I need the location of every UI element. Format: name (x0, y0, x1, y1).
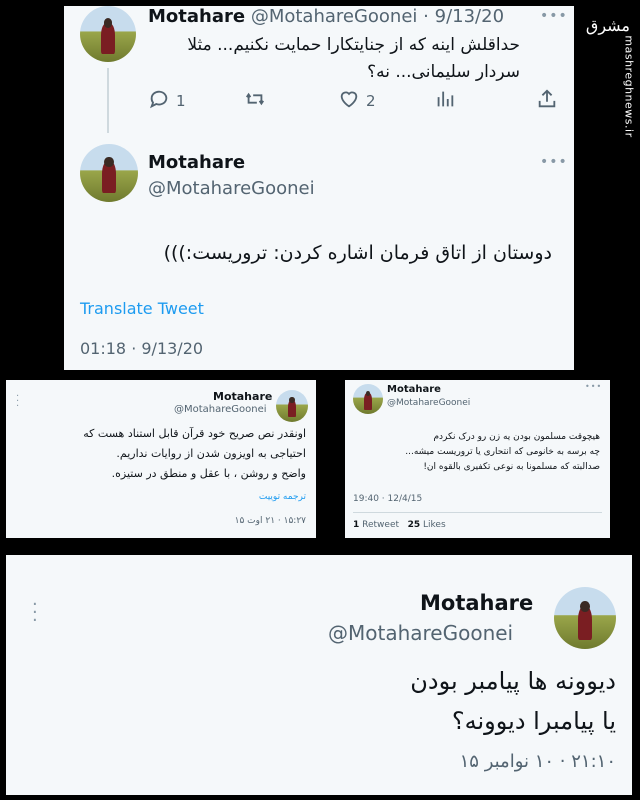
tweet-text-line: احتیاجی به اویزون شدن از روایات نداریم. (116, 447, 306, 460)
avatar[interactable] (80, 6, 136, 62)
retweet-icon[interactable] (244, 88, 266, 110)
tweet-timestamp[interactable]: ۲۱:۱۰ · ۱۰ نوامبر ۱۵ (460, 751, 616, 772)
author-handle[interactable]: @MotahareGoonei (328, 621, 513, 645)
like-count: 2 (366, 92, 376, 110)
tweet-text-line: اونقدر نص صریح خود قرآن قابل استناد هست … (83, 427, 306, 440)
tweet-text-line: هیچوقت مسلمون بودن یه زن رو درک نکردم (433, 432, 600, 442)
author-handle[interactable]: @MotahareGoonei (148, 178, 315, 199)
retweet-label: Retweet (362, 520, 400, 530)
translate-link[interactable]: ترجمه توییت (259, 492, 306, 502)
tweet-text-line: حداقلش اینه که از جنایتکارا حمایت نکنیم.… (187, 35, 520, 55)
author-handle[interactable]: @MotahareGoonei (174, 404, 267, 415)
watermark: مشرق mashreghnews.ir (586, 6, 636, 138)
separator: · (423, 6, 429, 27)
more-options-icon[interactable]: · · · (32, 596, 38, 630)
tweet-card: Motahare @MotahareGoonei · · · اونقدر نص ص… (6, 380, 316, 538)
more-options-icon[interactable]: · · · (16, 392, 19, 412)
tweet-timestamp[interactable]: 19:40 · 12/4/15 (353, 494, 422, 504)
tweet-text-line: واضح و روشن ، با عقل و منطق در ستیزه. (111, 467, 306, 480)
tweet-timestamp[interactable]: 01:18 · 9/13/20 (80, 339, 203, 358)
author-handle[interactable]: @MotahareGoonei (251, 6, 418, 27)
avatar[interactable] (276, 390, 308, 422)
tweet-text: هیچوقت مسلمون بودن یه زن رو درک نکردم چه… (352, 430, 600, 475)
tweet-timestamp[interactable]: ۱۵:۲۷ · ۲۱ اوت ۱۵ (235, 516, 306, 526)
tweet-date[interactable]: 9/13/20 (435, 6, 504, 27)
engagement-stats: 1 Retweet 25 Likes (353, 520, 446, 530)
tweet-text-line: چه برسه به خانومی که انتحاری یا تروریست … (405, 447, 600, 457)
retweet-count[interactable]: 1 (353, 520, 359, 530)
tweet-text-line: دیوونه ها پیامبر بودن (410, 667, 616, 695)
tweet-text: اونقدر نص صریح خود قرآن قابل استناد هست … (16, 424, 306, 484)
author-name[interactable]: Motahare (148, 152, 245, 173)
analytics-icon[interactable] (434, 88, 456, 110)
reply-icon[interactable] (148, 88, 170, 110)
more-options-icon[interactable]: ••• (585, 382, 602, 391)
author-name[interactable]: Motahare (148, 6, 245, 27)
more-options-icon[interactable]: ••• (540, 154, 568, 170)
tweet-text: دیوونه ها پیامبر بودن یا پیامبرا دیوونه؟ (56, 661, 616, 741)
watermark-site: mashreghnews.ir (622, 35, 636, 138)
translate-link[interactable]: Translate Tweet (80, 299, 204, 318)
author-name[interactable]: Motahare (420, 591, 533, 615)
author-name[interactable]: Motahare (387, 384, 441, 395)
like-count[interactable]: 25 (408, 520, 421, 530)
author-handle[interactable]: @MotahareGoonei (387, 398, 470, 408)
thread-connector (107, 68, 109, 133)
tweet-card: Motahare @MotahareGoonei · · · دیوونه ها پ… (6, 555, 632, 795)
engagement-divider (353, 512, 602, 513)
tweet-card-thread: Motahare @MotahareGoonei · 9/13/20 ••• ح… (64, 6, 574, 370)
tweet-card: Motahare @MotahareGoonei ••• هیچوقت مسلم… (345, 380, 610, 538)
like-label: Likes (423, 520, 446, 530)
share-icon[interactable] (536, 88, 558, 110)
tweet-text: حداقلش اینه که از جنایتکارا حمایت نکنیم.… (140, 32, 520, 86)
like-icon[interactable] (338, 88, 360, 110)
avatar[interactable] (353, 384, 383, 414)
tweet-text-line: صدالبته که مسلمونا به نوعی تکفیری بالقوه… (423, 462, 600, 472)
more-options-icon[interactable]: ••• (540, 8, 568, 24)
avatar[interactable] (80, 144, 138, 202)
tweet-text-line: سردار سلیمانی... نه؟ (367, 62, 520, 82)
avatar[interactable] (554, 587, 616, 649)
tweet-text: دوستان از اتاق فرمان اشاره کردن: تروریست… (163, 242, 552, 264)
author-name[interactable]: Motahare (213, 390, 272, 403)
tweet-text-line: یا پیامبرا دیوونه؟ (451, 707, 616, 735)
reply-count: 1 (176, 92, 186, 110)
watermark-logo: مشرق (585, 16, 630, 35)
